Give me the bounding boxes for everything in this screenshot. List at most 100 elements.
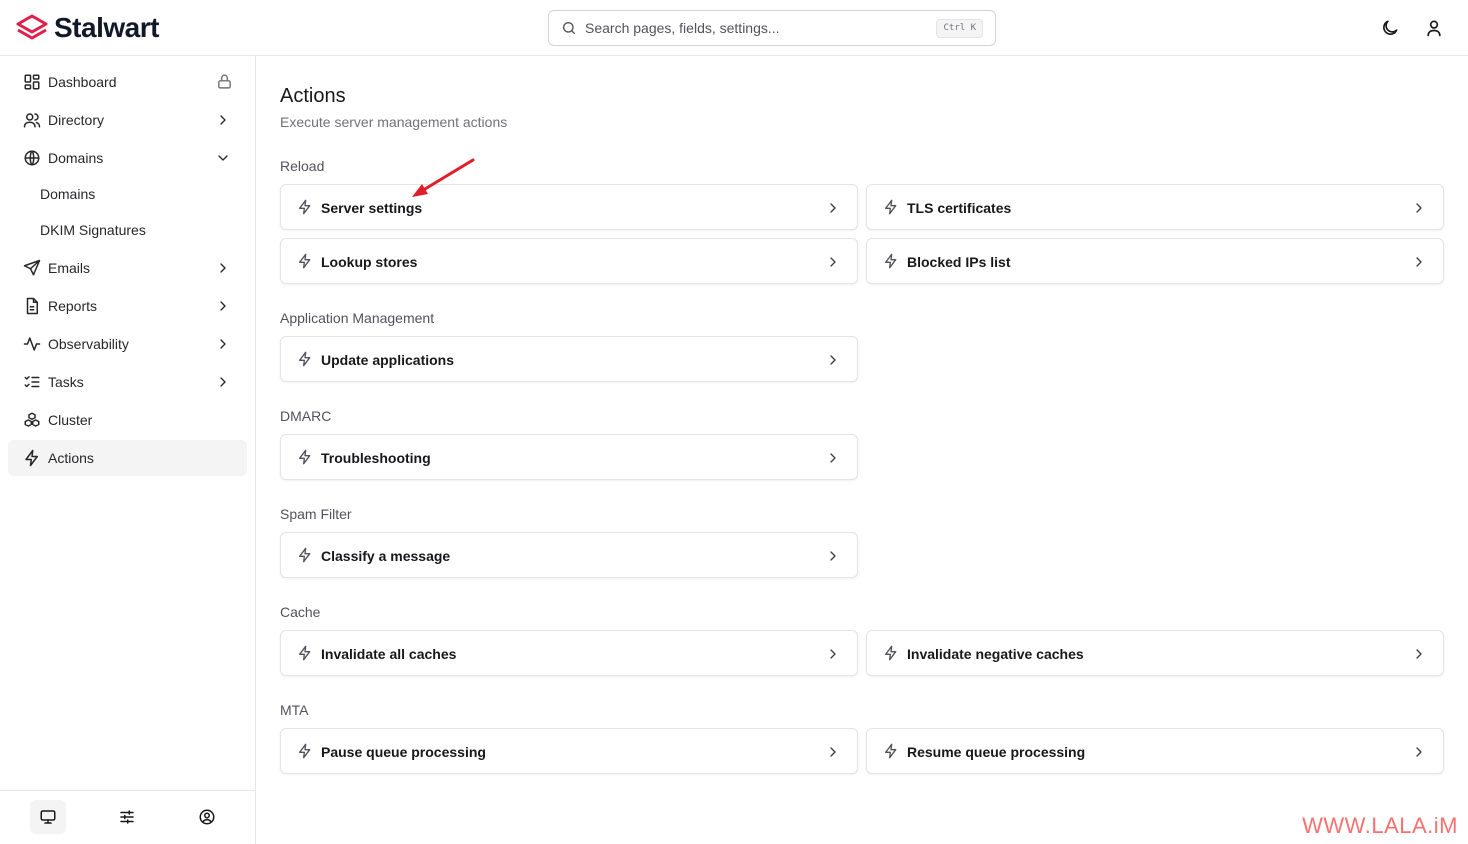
- zap-icon: [885, 645, 897, 661]
- action-card-troubleshooting[interactable]: Troubleshooting: [280, 434, 858, 480]
- zap-icon: [299, 449, 311, 465]
- sidebar-item-emails[interactable]: Emails: [8, 250, 247, 286]
- search-shortcut: Ctrl K: [936, 19, 983, 38]
- sidebar-item-cluster[interactable]: Cluster: [8, 402, 247, 438]
- account-button[interactable]: [189, 800, 225, 834]
- action-label: Pause queue processing: [321, 744, 486, 760]
- global-search[interactable]: Ctrl K: [548, 10, 996, 46]
- activity-icon: [23, 337, 41, 351]
- sidebar-item-directory[interactable]: Directory: [8, 102, 247, 138]
- sidebar-item-tasks[interactable]: Tasks: [8, 364, 247, 400]
- action-card-update-applications[interactable]: Update applications: [280, 336, 858, 382]
- sidebar-item-label: Domains: [40, 186, 96, 202]
- search-input[interactable]: [585, 20, 925, 36]
- zap-icon: [299, 253, 311, 269]
- action-label: Update applications: [321, 352, 455, 368]
- action-label: Server settings: [321, 200, 423, 216]
- lock-icon: [218, 74, 231, 89]
- monitor-icon: [40, 810, 56, 824]
- app-logo[interactable]: Stalwart: [16, 13, 159, 43]
- send-icon: [23, 259, 41, 276]
- users-icon: [23, 113, 41, 128]
- sliders-icon: [120, 810, 134, 824]
- sidebar-item-actions[interactable]: Actions: [8, 440, 247, 476]
- zap-icon: [885, 743, 897, 759]
- section-label-reload: Reload: [280, 158, 325, 174]
- action-label: Resume queue processing: [907, 744, 1086, 760]
- action-card-blocked-ips-list[interactable]: Blocked IPs list: [866, 238, 1444, 284]
- page-subtitle: Execute server management actions: [280, 114, 508, 130]
- list-checks-icon: [24, 376, 40, 388]
- user-icon: [1427, 20, 1441, 37]
- sidebar-item-label: DKIM Signatures: [40, 222, 146, 238]
- sidebar: Dashboard Directory Domains Domains DKIM…: [0, 56, 256, 844]
- file-icon: [26, 297, 38, 315]
- boxes-icon: [24, 412, 40, 427]
- moon-icon: [1383, 20, 1398, 35]
- sidebar-item-label: Actions: [48, 450, 94, 466]
- chevron-right-icon: [830, 257, 836, 267]
- chevron-right-icon: [830, 649, 836, 659]
- top-bar: Stalwart Ctrl K: [0, 0, 1468, 56]
- chevron-right-icon: [830, 747, 836, 757]
- zap-icon: [25, 449, 38, 467]
- globe-icon: [24, 150, 40, 166]
- watermark: WWW.LALA.iM: [1302, 813, 1458, 838]
- zap-icon: [299, 351, 311, 367]
- action-label: Classify a message: [321, 548, 451, 564]
- section-label-dmarc: DMARC: [280, 408, 332, 424]
- section-label-mta: MTA: [280, 702, 309, 718]
- action-label: Lookup stores: [321, 254, 418, 270]
- view-mode-button[interactable]: [30, 800, 66, 834]
- action-card-classify-a-message[interactable]: Classify a message: [280, 532, 858, 578]
- sidebar-item-label: Tasks: [48, 374, 84, 390]
- zap-icon: [885, 253, 897, 269]
- chevron-right-icon: [220, 115, 226, 125]
- action-card-pause-queue-processing[interactable]: Pause queue processing: [280, 728, 858, 774]
- chevron-right-icon: [220, 377, 226, 387]
- chevron-down-icon: [218, 155, 228, 161]
- sidebar-subitem-dkim-signatures[interactable]: DKIM Signatures: [8, 214, 247, 246]
- sidebar-item-label: Dashboard: [48, 74, 117, 90]
- action-card-invalidate-negative-caches[interactable]: Invalidate negative caches: [866, 630, 1444, 676]
- section-label-cache: Cache: [280, 604, 321, 620]
- sidebar-item-label: Reports: [48, 298, 98, 314]
- sidebar-item-observability[interactable]: Observability: [8, 326, 247, 362]
- chevron-right-icon: [1416, 257, 1422, 267]
- sidebar-item-label: Directory: [48, 112, 105, 128]
- action-label: Blocked IPs list: [907, 254, 1011, 270]
- sidebar-item-reports[interactable]: Reports: [8, 288, 247, 324]
- zap-icon: [299, 547, 311, 563]
- chevron-right-icon: [1416, 203, 1422, 213]
- action-label: Invalidate all caches: [321, 646, 457, 662]
- action-card-resume-queue-processing[interactable]: Resume queue processing: [866, 728, 1444, 774]
- sidebar-subitem-domains[interactable]: Domains: [8, 178, 247, 210]
- action-card-lookup-stores[interactable]: Lookup stores: [280, 238, 858, 284]
- page-title: Actions: [280, 85, 346, 107]
- chevron-right-icon: [830, 453, 836, 463]
- user-circle-icon: [199, 809, 215, 825]
- chevron-right-icon: [220, 301, 226, 311]
- zap-icon: [299, 645, 311, 661]
- theme-toggle-button[interactable]: [1380, 18, 1400, 38]
- dashboard-icon: [24, 74, 40, 90]
- annotation-arrow-icon: [412, 158, 475, 197]
- chevron-right-icon: [830, 203, 836, 213]
- sidebar-footer: [0, 790, 255, 844]
- sidebar-item-domains[interactable]: Domains: [8, 140, 247, 176]
- sidebar-item-dashboard[interactable]: Dashboard: [8, 64, 247, 100]
- sidebar-item-label: Cluster: [48, 412, 93, 428]
- chevron-right-icon: [220, 339, 226, 349]
- chevron-right-icon: [830, 551, 836, 561]
- settings-button[interactable]: [109, 800, 145, 834]
- chevron-right-icon: [830, 355, 836, 365]
- zap-icon: [885, 199, 897, 215]
- action-card-server-settings[interactable]: Server settings: [280, 184, 858, 230]
- stalwart-logo-icon: [16, 14, 48, 40]
- user-menu-button[interactable]: [1424, 18, 1444, 38]
- action-card-invalidate-all-caches[interactable]: Invalidate all caches: [280, 630, 858, 676]
- action-card-tls-certificates[interactable]: TLS certificates: [866, 184, 1444, 230]
- action-label: Troubleshooting: [321, 450, 431, 466]
- chevron-right-icon: [1416, 649, 1422, 659]
- zap-icon: [299, 199, 311, 215]
